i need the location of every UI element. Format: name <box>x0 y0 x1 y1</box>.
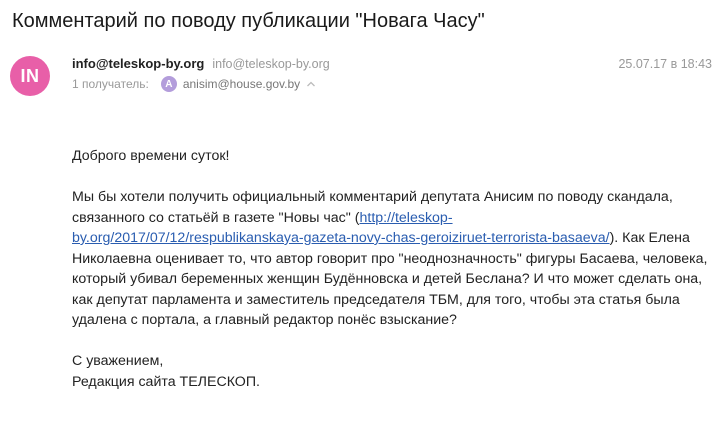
recipient-avatar[interactable]: A <box>160 76 177 92</box>
sender-email[interactable]: info@teleskop-by.org <box>212 57 329 71</box>
signature-text: Редакция сайта ТЕЛЕСКОП. <box>72 373 260 390</box>
recipients-label: 1 получатель: <box>72 77 149 91</box>
sender-avatar[interactable]: IN <box>10 56 50 96</box>
closing-text: С уважением, <box>72 353 164 369</box>
closing-paragraph: С уважением, Редакция сайта ТЕЛЕСКОП. <box>72 351 712 392</box>
recipients-row: 1 получатель: A anisim@house.gov.by <box>72 76 316 92</box>
main-paragraph: Мы бы хотели получить официальный коммен… <box>72 187 712 331</box>
recipient-email[interactable]: anisim@house.gov.by <box>183 77 300 91</box>
email-subject: Комментарий по поводу публикации "Новага… <box>12 10 485 32</box>
greeting-paragraph: Доброго времени суток! <box>72 148 230 164</box>
sender-row: info@teleskop-by.org info@teleskop-by.org <box>72 56 330 71</box>
article-link-part-1: http://teleskop- <box>359 209 453 226</box>
email-date: 25.07.17 в 18:43 <box>618 57 712 71</box>
sender-name[interactable]: info@teleskop-by.org <box>72 56 204 71</box>
article-link-part-2: by.org/2017/07/12/respublikanskaya-gazet… <box>72 230 610 246</box>
email-body: Доброго времени суток! Мы бы хотели полу… <box>72 146 712 413</box>
chevron-up-icon[interactable] <box>306 79 316 89</box>
